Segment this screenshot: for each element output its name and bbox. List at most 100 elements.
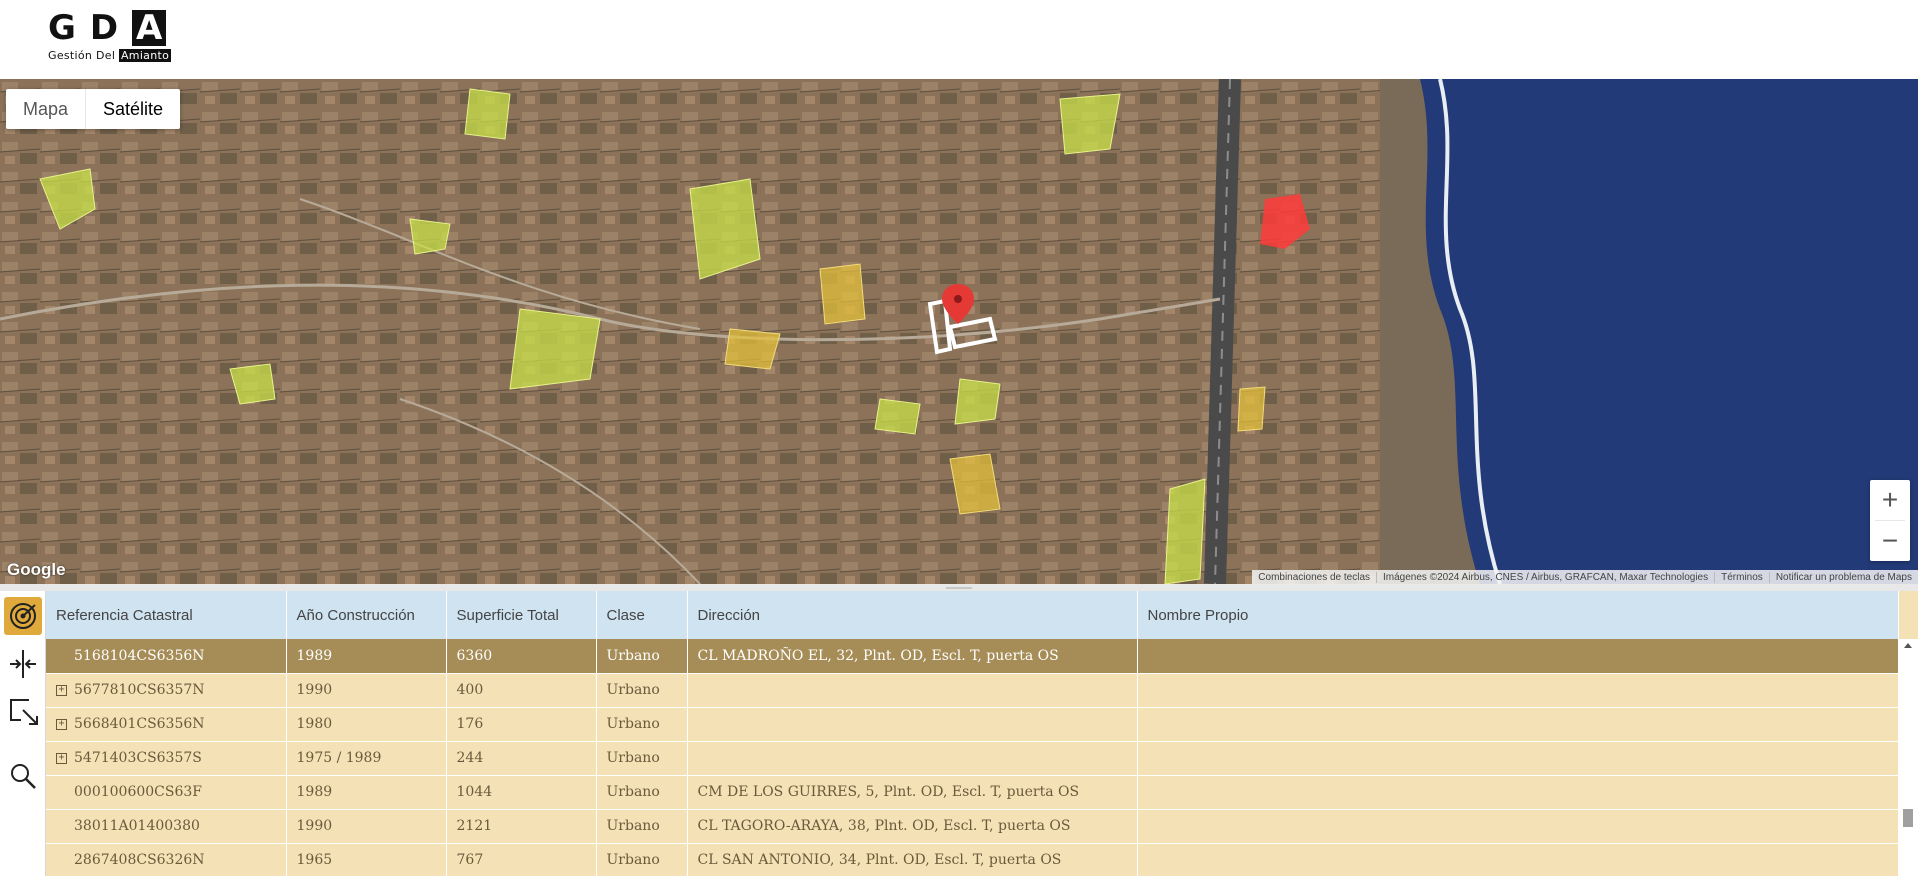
reference-text: 38011A01400380 [74, 818, 200, 834]
name-cell [1137, 741, 1899, 776]
reference-text: 000100600CS63F [74, 784, 202, 800]
address-cell: CL SAN ANTONIO, 34, Plnt. OD, Escl. T, p… [687, 843, 1138, 876]
map-type-mapa-button[interactable]: Mapa [6, 89, 85, 129]
reference-cell-content: 2867408CS6326N [56, 852, 285, 868]
splitter-grip[interactable] [946, 587, 972, 589]
logo-letter-a: A [132, 10, 167, 46]
address-cell [687, 673, 1138, 708]
table-row[interactable]: 5168104CS6356N 1989 6360 Urbano CL MADROÑO E… [46, 639, 1899, 674]
reference-cell: +5471403CS6357S [46, 741, 287, 776]
column-header-reference[interactable]: Referencia Catastral [46, 591, 287, 639]
column-header-surface[interactable]: Superficie Total [446, 591, 597, 639]
logo-tagline-highlight: Amianto [118, 49, 172, 62]
app-header: G D A Gestión Del Amianto [0, 0, 1918, 79]
name-cell [1137, 639, 1899, 674]
surface-cell: 1044 [446, 775, 597, 810]
map-attribution: Combinaciones de teclas Imágenes ©2024 A… [1252, 570, 1918, 584]
satellite-imagery[interactable] [0, 79, 1918, 584]
table-row[interactable]: +5471403CS6357S 1975 / 1989 244 Urbano [46, 741, 1899, 776]
logo-tagline: Gestión Del Amianto [48, 49, 180, 62]
table-row[interactable]: 38011A01400380 1990 2121 Urbano CL TAGORO-AR… [46, 809, 1899, 844]
expand-row-icon[interactable]: + [56, 718, 67, 730]
gda-logo[interactable]: G D A Gestión Del Amianto [48, 10, 180, 66]
reference-cell-content: +5668401CS6356N [56, 716, 285, 732]
reference-cell: 2867408CS6326N [46, 843, 287, 876]
surface-cell: 400 [446, 673, 597, 708]
zoom-out-button[interactable]: − [1870, 521, 1910, 561]
table-row[interactable]: +5668401CS6356N 1980 176 Urbano [46, 707, 1899, 742]
reference-text: 5168104CS6356N [74, 647, 205, 664]
table-row[interactable]: 000100600CS63F 1989 1044 Urbano CM DE LOS GU… [46, 775, 1899, 810]
expand-row-icon[interactable]: + [56, 752, 67, 764]
name-cell [1137, 775, 1899, 810]
column-header-class[interactable]: Clase [596, 591, 688, 639]
target-icon [10, 603, 36, 629]
logo-letter-d: D [89, 8, 119, 48]
reference-cell: +5677810CS6357N [46, 673, 287, 708]
surface-cell: 6360 [446, 639, 597, 674]
logo-letter-g: G [48, 8, 76, 48]
year-cell: 1975 / 1989 [286, 741, 447, 776]
surface-cell: 176 [446, 707, 597, 742]
class-cell: Urbano [596, 775, 688, 810]
name-cell [1137, 673, 1899, 708]
class-cell: Urbano [596, 741, 688, 776]
scroll-thumb[interactable] [1903, 809, 1913, 827]
address-cell [687, 707, 1138, 742]
class-cell: Urbano [596, 843, 688, 876]
target-tool-button[interactable] [4, 597, 42, 635]
terms-link[interactable]: Términos [1715, 571, 1770, 583]
reference-cell-content: +5471403CS6357S [56, 750, 285, 766]
year-cell: 1980 [286, 707, 447, 742]
scroll-up-arrow[interactable] [1904, 643, 1912, 648]
reference-text: 5471403CS6357S [74, 750, 202, 766]
year-cell: 1990 [286, 809, 447, 844]
reference-cell-content: 000100600CS63F [56, 784, 285, 800]
expand-select-tool-button[interactable] [4, 693, 42, 731]
map-type-satellite-button[interactable]: Satélite [85, 89, 180, 129]
reference-text: 2867408CS6326N [74, 852, 205, 868]
column-header-address[interactable]: Dirección [687, 591, 1138, 639]
class-cell: Urbano [596, 707, 688, 742]
keyboard-shortcuts-link[interactable]: Combinaciones de teclas [1252, 571, 1378, 583]
reference-cell: 000100600CS63F [46, 775, 287, 810]
year-cell: 1990 [286, 673, 447, 708]
class-cell: Urbano [596, 639, 688, 674]
reference-cell-content: 5168104CS6356N [56, 647, 285, 664]
reference-text: 5668401CS6356N [74, 716, 205, 732]
expand-row-icon[interactable]: + [56, 684, 67, 696]
zoom-control: + − [1870, 480, 1910, 561]
panel-splitter[interactable] [0, 584, 1918, 591]
reference-cell: 38011A01400380 [46, 809, 287, 844]
imagery-credit: Imágenes ©2024 Airbus, CNES / Airbus, GR… [1377, 571, 1716, 583]
table-row[interactable]: +5677810CS6357N 1990 400 Urbano [46, 673, 1899, 708]
address-cell: CL MADROÑO EL, 32, Plnt. OD, Escl. T, pu… [687, 639, 1138, 674]
cadastral-grid: Referencia Catastral Año Construcción Su… [46, 591, 1918, 876]
name-cell [1137, 809, 1899, 844]
column-header-name[interactable]: Nombre Propio [1137, 591, 1899, 639]
surface-cell: 767 [446, 843, 597, 876]
report-problem-link[interactable]: Notificar un problema de Maps [1770, 572, 1918, 583]
reference-text: 5677810CS6357N [74, 682, 205, 698]
side-toolbar [0, 591, 46, 876]
name-cell [1137, 843, 1899, 876]
search-icon [11, 764, 36, 789]
class-cell: Urbano [596, 673, 688, 708]
reference-cell: +5668401CS6356N [46, 707, 287, 742]
zoom-in-button[interactable]: + [1870, 480, 1910, 520]
column-header-year[interactable]: Año Construcción [286, 591, 447, 639]
surface-cell: 2121 [446, 809, 597, 844]
year-cell: 1965 [286, 843, 447, 876]
split-tool-button[interactable] [4, 645, 42, 683]
map-view[interactable]: Mapa Satélite + − Google Combinaciones d… [0, 79, 1918, 584]
split-icon [10, 650, 36, 678]
logo-tagline-prefix: Gestión Del [48, 49, 116, 62]
search-tool-button[interactable] [4, 757, 42, 795]
address-cell: CM DE LOS GUIRRES, 5, Plnt. OD, Escl. T,… [687, 775, 1138, 810]
surface-cell: 244 [446, 741, 597, 776]
address-cell: CL TAGORO-ARAYA, 38, Plnt. OD, Escl. T, … [687, 809, 1138, 844]
grid-scrollbar[interactable] [1898, 639, 1918, 876]
google-logo: Google [7, 560, 66, 579]
table-row[interactable]: 2867408CS6326N 1965 767 Urbano CL SAN ANTONI… [46, 843, 1899, 876]
map-type-control: Mapa Satélite [6, 89, 181, 129]
